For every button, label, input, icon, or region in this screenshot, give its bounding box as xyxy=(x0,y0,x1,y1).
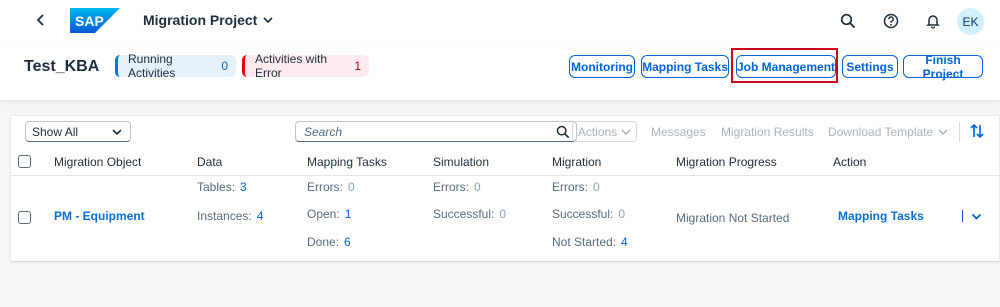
back-icon[interactable] xyxy=(36,12,50,30)
col-data[interactable]: Data xyxy=(197,155,222,169)
row-checkbox[interactable] xyxy=(18,211,31,224)
mapping-errors: Errors: 0 xyxy=(307,180,355,194)
app-title: Migration Project xyxy=(143,12,258,28)
col-migration-object[interactable]: Migration Object xyxy=(54,155,141,169)
running-activities-count: 0 xyxy=(221,59,228,73)
migration-objects-table: Show All Search Actions Messages Migrati… xyxy=(11,116,999,262)
job-management-highlight xyxy=(731,48,838,83)
search-icon[interactable] xyxy=(840,13,856,29)
messages-button[interactable]: Messages xyxy=(651,121,706,142)
table-toolbar: Show All Search Actions Messages Migrati… xyxy=(11,116,999,148)
migration-successful: Successful: 0 xyxy=(552,207,626,221)
chevron-down-icon xyxy=(938,128,948,135)
row-action-separator xyxy=(962,210,963,222)
data-tables-value[interactable]: 3 xyxy=(240,180,247,194)
running-activities-chip[interactable]: Running Activities 0 xyxy=(115,52,236,80)
bell-icon[interactable] xyxy=(925,13,941,29)
chevron-down-icon[interactable] xyxy=(971,211,982,222)
settings-button[interactable]: Settings xyxy=(842,55,898,78)
migration-successful-value: 0 xyxy=(618,207,626,221)
simulation-successful: Successful: 0 xyxy=(433,207,507,221)
actions-label: Actions xyxy=(577,124,618,139)
row-mapping-tasks-link[interactable]: Mapping Tasks xyxy=(838,209,924,223)
monitoring-button[interactable]: Monitoring xyxy=(569,55,635,78)
simulation-successful-value: 0 xyxy=(499,207,507,221)
data-instances-value[interactable]: 4 xyxy=(257,209,264,223)
mapping-tasks-button[interactable]: Mapping Tasks xyxy=(641,55,729,78)
col-mapping-tasks[interactable]: Mapping Tasks xyxy=(307,155,387,169)
filter-select[interactable]: Show All xyxy=(25,121,131,142)
activities-with-error-label: Activities with Error xyxy=(255,52,328,80)
activities-with-error-count: 1 xyxy=(354,59,361,73)
chevron-down-icon xyxy=(621,128,631,135)
sap-logo[interactable]: SAP xyxy=(70,8,120,33)
table-row[interactable]: PM - Equipment Tables: 3 Instances: 4 Erro… xyxy=(11,176,999,262)
simulation-errors-value: 0 xyxy=(474,180,481,194)
chevron-down-icon xyxy=(112,129,122,136)
download-template-label: Download Template xyxy=(828,124,934,139)
mapping-done: Done: 6 xyxy=(307,235,351,249)
migration-object-link[interactable]: PM - Equipment xyxy=(54,209,145,223)
simulation-errors: Errors: 0 xyxy=(433,180,481,194)
migration-results-button[interactable]: Migration Results xyxy=(721,121,814,142)
migration-progress-status: Migration Not Started xyxy=(676,211,790,225)
search-placeholder: Search xyxy=(304,124,343,139)
app-title-menu[interactable]: Migration Project xyxy=(143,12,273,28)
filter-select-value: Show All xyxy=(32,124,79,139)
select-all-checkbox[interactable] xyxy=(18,155,31,168)
object-header: Test_KBA Running Activities 0 Activities… xyxy=(0,42,1000,100)
search-input[interactable]: Search xyxy=(295,121,577,142)
shell-bar: SAP Migration Project EK xyxy=(0,0,1000,42)
mapping-open-value[interactable]: 1 xyxy=(345,207,352,221)
activities-with-error-chip[interactable]: Activities with Error 1 xyxy=(242,52,369,80)
sort-icon[interactable] xyxy=(969,123,985,139)
migration-not-started: Not Started: 4 xyxy=(552,235,628,249)
mapping-done-value[interactable]: 6 xyxy=(344,235,351,249)
migration-not-started-value[interactable]: 4 xyxy=(621,235,628,249)
search-icon[interactable] xyxy=(556,125,570,139)
svg-text:SAP: SAP xyxy=(75,13,104,29)
migration-errors-value: 0 xyxy=(593,180,600,194)
migration-errors: Errors: 0 xyxy=(552,180,600,194)
col-simulation[interactable]: Simulation xyxy=(433,155,489,169)
table-header: Migration Object Data Mapping Tasks Simu… xyxy=(11,148,999,176)
object-title: Test_KBA xyxy=(24,58,100,75)
chevron-down-icon xyxy=(263,17,273,24)
col-action[interactable]: Action xyxy=(833,155,866,169)
data-instances: Instances: 4 xyxy=(197,209,264,223)
download-template-button[interactable]: Download Template xyxy=(828,121,948,142)
data-tables: Tables: 3 xyxy=(197,180,247,194)
help-icon[interactable] xyxy=(883,13,899,29)
running-activities-label: Running Activities xyxy=(128,52,176,80)
mapping-open: Open: 1 xyxy=(307,207,352,221)
mapping-errors-value: 0 xyxy=(348,180,355,194)
toolbar-separator xyxy=(959,122,960,142)
col-migration-progress[interactable]: Migration Progress xyxy=(676,155,777,169)
user-avatar[interactable]: EK xyxy=(957,8,984,35)
col-migration[interactable]: Migration xyxy=(552,155,601,169)
actions-menu-button[interactable]: Actions xyxy=(572,121,637,142)
finish-project-button[interactable]: Finish Project xyxy=(903,53,983,81)
